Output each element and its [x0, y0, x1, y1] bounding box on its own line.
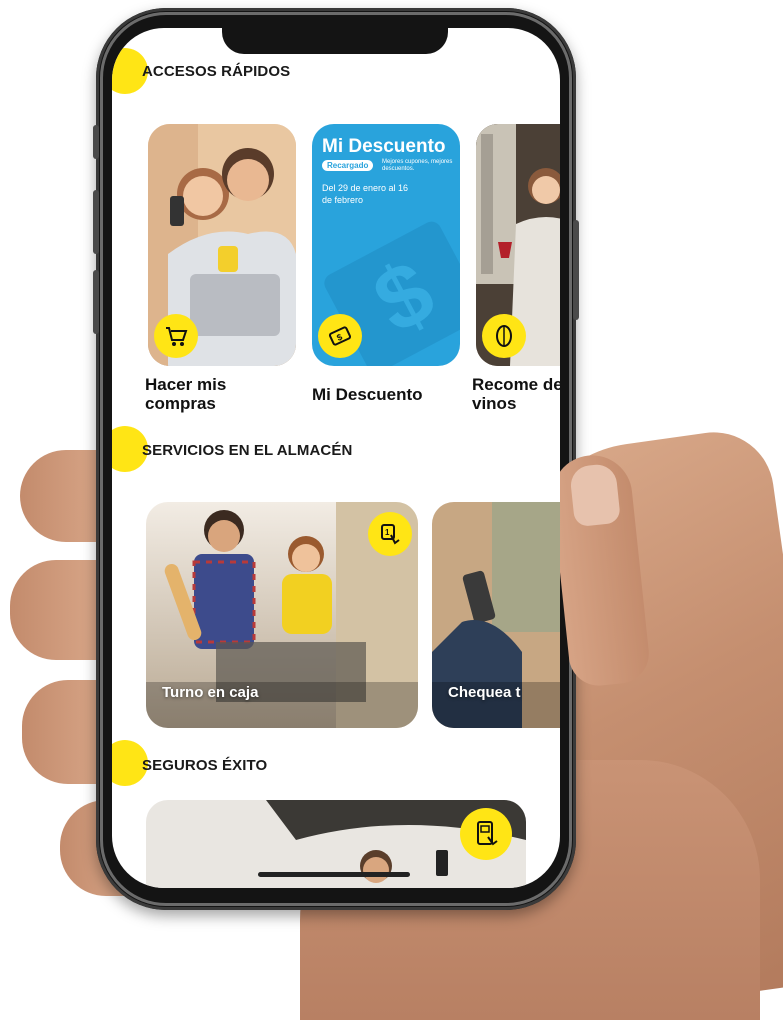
- promo-tag: Recargado: [322, 160, 374, 171]
- card-mi-descuento[interactable]: $ Mi Descuento Recargado Mejores cupones…: [312, 124, 460, 366]
- promo-tagline: Mejores cupones, mejores descuentos.: [382, 159, 453, 172]
- card-label-check-price: Chequea t: [448, 684, 521, 701]
- card-label-mi-descuento: Mi Descuento: [312, 385, 423, 404]
- card-label-shopping: Hacer mis compras: [145, 375, 227, 413]
- wine-icon: [482, 314, 526, 358]
- svg-text:$: $: [335, 332, 344, 343]
- card-checkout-turn[interactable]: 1 Turno en caja: [146, 502, 418, 728]
- phone-document-icon: [460, 808, 512, 860]
- card-label-wine: Recome de vinos: [472, 375, 560, 413]
- section-title-store-services: SERVICIOS EN EL ALMACÉN: [142, 442, 353, 459]
- discount-ticket-icon: $: [318, 314, 362, 358]
- promo-heading: Mi Descuento: [322, 136, 446, 157]
- volume-down-button: [93, 270, 99, 334]
- card-shopping[interactable]: [148, 124, 296, 366]
- card-wine[interactable]: [476, 124, 560, 366]
- section-title-insurance: SEGUROS ÉXITO: [142, 757, 268, 774]
- app-screen: ACCESOS RÁPIDOS Hacer mis compras $ Mi D…: [112, 28, 560, 888]
- shopping-cart-icon: [154, 314, 198, 358]
- volume-up-button: [93, 190, 99, 254]
- home-indicator[interactable]: [258, 872, 410, 877]
- touch-ticket-icon: 1: [368, 512, 412, 556]
- svg-text:1: 1: [385, 528, 390, 537]
- promo-dates: Del 29 de enero al 16 de febrero: [322, 183, 409, 205]
- mute-switch: [93, 125, 99, 159]
- phone-notch: [222, 26, 448, 54]
- power-button: [573, 220, 579, 320]
- thumb-nail: [568, 462, 622, 528]
- card-check-price[interactable]: Chequea t: [432, 502, 560, 728]
- card-label-checkout-turn: Turno en caja: [162, 684, 259, 701]
- section-title-quick-access: ACCESOS RÁPIDOS: [142, 63, 291, 80]
